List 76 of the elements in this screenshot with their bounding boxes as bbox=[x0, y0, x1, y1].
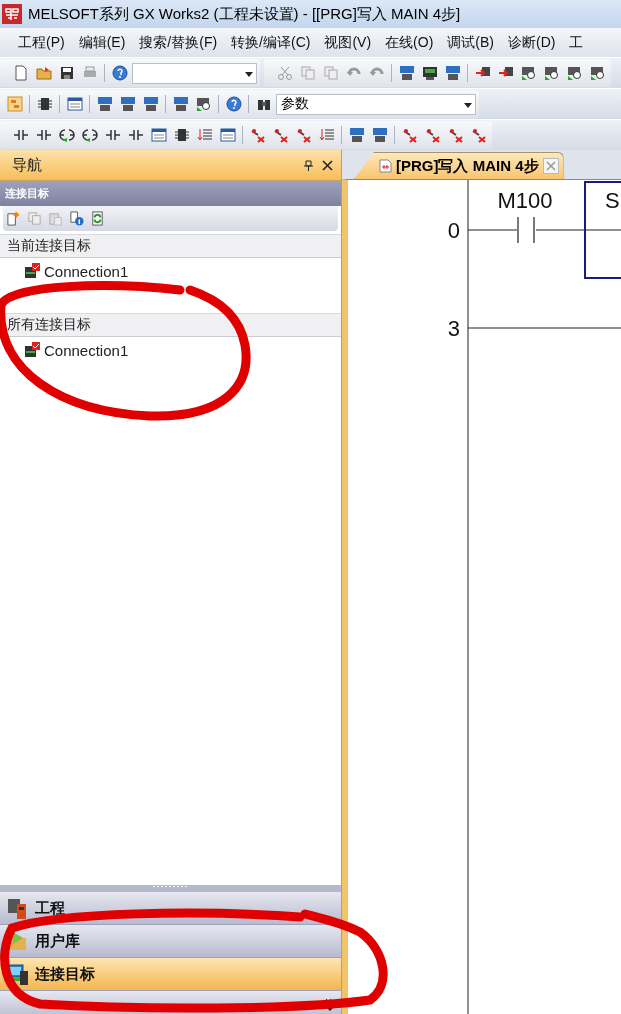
device-icon[interactable] bbox=[96, 96, 113, 112]
magnifier-icon[interactable] bbox=[566, 65, 583, 81]
monitor-icon[interactable] bbox=[421, 65, 438, 81]
properties-icon[interactable] bbox=[69, 211, 84, 226]
step-number: 0 bbox=[447, 218, 460, 243]
contact-icon[interactable] bbox=[12, 127, 29, 143]
app-logo-icon bbox=[2, 4, 22, 24]
delete-x-icon[interactable] bbox=[447, 127, 464, 143]
menu-item[interactable]: 视图(V) bbox=[324, 33, 372, 52]
device-icon[interactable] bbox=[398, 65, 415, 81]
window-icon[interactable] bbox=[150, 127, 167, 143]
menu-item[interactable]: 工程(P) bbox=[18, 33, 65, 52]
save-icon[interactable] bbox=[58, 65, 75, 81]
plc-connection-icon bbox=[24, 263, 40, 279]
device-icon[interactable] bbox=[444, 65, 461, 81]
editor-tab[interactable]: [PRG]写入 MAIN 4步 bbox=[354, 152, 564, 179]
menu-item[interactable]: 诊断(D) bbox=[508, 33, 556, 52]
pin-icon[interactable] bbox=[303, 159, 314, 171]
close-icon[interactable] bbox=[322, 159, 333, 171]
delete-x-icon[interactable] bbox=[272, 127, 289, 143]
chip-icon[interactable] bbox=[36, 96, 53, 112]
ladder-file-icon bbox=[379, 159, 392, 173]
contact-icon[interactable] bbox=[127, 127, 144, 143]
device-icon[interactable] bbox=[348, 127, 365, 143]
search-combo[interactable]: 参数 bbox=[276, 93, 476, 115]
dropdown-field[interactable] bbox=[132, 62, 257, 84]
instruction-box[interactable] bbox=[584, 181, 621, 279]
step-number: 3 bbox=[447, 316, 460, 341]
window-icon[interactable] bbox=[219, 127, 236, 143]
help-icon[interactable] bbox=[225, 96, 242, 112]
tree-view-icon[interactable] bbox=[6, 96, 23, 112]
open-folder-icon[interactable] bbox=[35, 65, 52, 81]
group-header: 当前连接目标 bbox=[0, 234, 341, 258]
contact-icon[interactable] bbox=[104, 127, 121, 143]
instruction-label: S bbox=[605, 188, 620, 213]
delete-x-icon[interactable] bbox=[249, 127, 266, 143]
refresh-icon[interactable] bbox=[90, 211, 105, 226]
connection-item[interactable]: Connection1 bbox=[44, 341, 129, 359]
menu-item[interactable]: 编辑(E) bbox=[78, 33, 126, 52]
list-icon[interactable] bbox=[196, 127, 213, 143]
delete-x-icon[interactable] bbox=[295, 127, 312, 143]
menu-item[interactable]: 调试(B) bbox=[447, 33, 494, 52]
connection-item[interactable]: Connection1 bbox=[44, 262, 129, 280]
chip-icon[interactable] bbox=[173, 127, 190, 143]
magnifier-icon[interactable] bbox=[589, 65, 606, 81]
device-label: M100 bbox=[497, 188, 553, 213]
new-file-icon[interactable] bbox=[12, 65, 29, 81]
section-header: 连接目标 bbox=[0, 181, 341, 206]
device-icon[interactable] bbox=[172, 96, 189, 112]
coil-icon[interactable] bbox=[81, 127, 98, 143]
device-icon[interactable] bbox=[371, 127, 388, 143]
panel-title: 导航 bbox=[12, 155, 42, 175]
view-button[interactable]: 用户库 bbox=[0, 925, 341, 958]
delete-x-icon[interactable] bbox=[401, 127, 418, 143]
magnifier-icon[interactable] bbox=[520, 65, 537, 81]
delete-x-icon[interactable] bbox=[470, 127, 487, 143]
window-icon[interactable] bbox=[66, 96, 83, 112]
menu-item[interactable]: 搜索/替换(F) bbox=[139, 33, 218, 52]
splitter-grip-icon[interactable] bbox=[152, 885, 189, 888]
delete-x-icon[interactable] bbox=[424, 127, 441, 143]
device-icon[interactable] bbox=[142, 96, 159, 112]
magnifier-icon[interactable] bbox=[543, 65, 560, 81]
window-title: MELSOFT系列 GX Works2 (工程未设置) - [[PRG]写入 MAIN 4步] bbox=[28, 4, 461, 24]
menu-item[interactable]: 转换/编译(C) bbox=[231, 33, 311, 52]
list-icon[interactable] bbox=[318, 127, 335, 143]
menu-item[interactable]: 工 bbox=[569, 33, 584, 52]
magnifier-icon[interactable] bbox=[195, 96, 212, 112]
help-icon[interactable] bbox=[111, 65, 128, 81]
coil-icon[interactable] bbox=[58, 127, 75, 143]
new-connection-icon[interactable] bbox=[6, 211, 21, 226]
menu-item[interactable]: 在线(O) bbox=[385, 33, 434, 52]
more-options-icon[interactable] bbox=[325, 998, 335, 1012]
plc-connection-icon bbox=[24, 342, 40, 358]
contact-icon[interactable] bbox=[35, 127, 52, 143]
device-icon[interactable] bbox=[119, 96, 136, 112]
view-button[interactable]: 连接目标 bbox=[0, 958, 341, 991]
